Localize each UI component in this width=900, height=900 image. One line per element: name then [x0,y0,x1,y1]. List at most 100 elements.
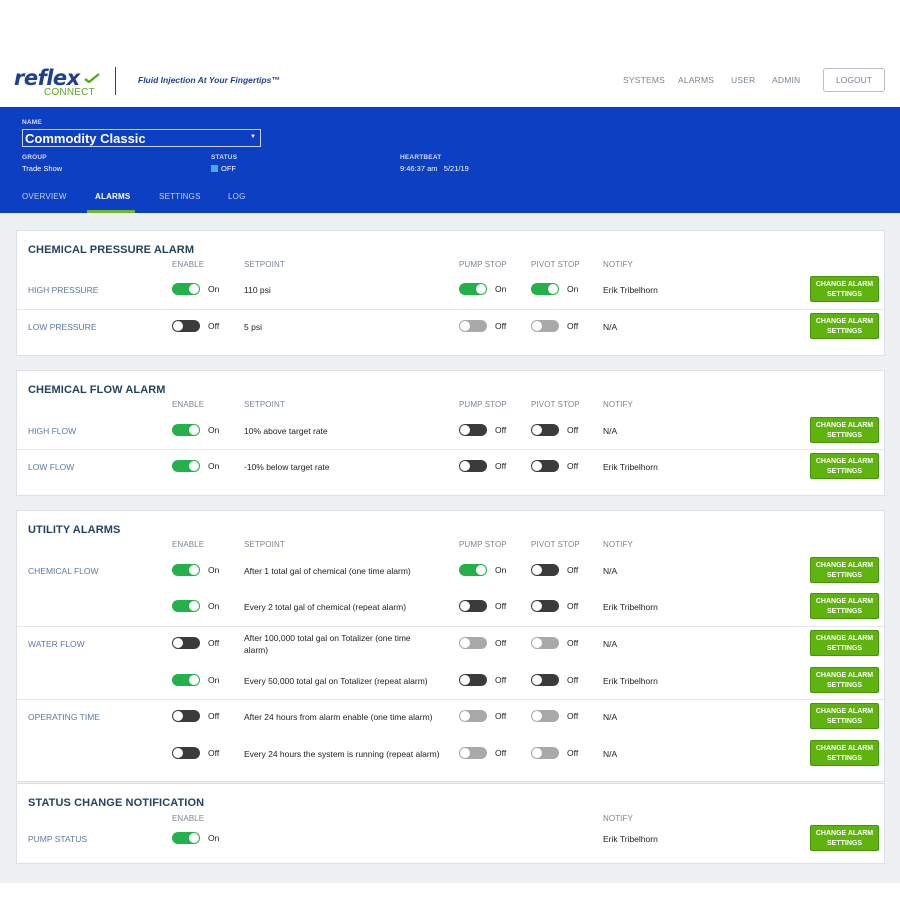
logo-divider [115,67,116,95]
toggle-knob [189,425,199,435]
enable-low-pressure-state: Off [208,321,220,331]
toggle-knob [460,638,470,648]
column-header-pump-stop: PUMP STOP [459,400,507,409]
change-alarm-settings-button[interactable]: CHANGE ALARM SETTINGS [810,453,879,479]
pivot-stop-high-pressure-state: On [567,284,579,294]
panel-title: CHEMICAL PRESSURE ALARM [28,244,195,256]
change-alarm-settings-button[interactable]: CHANGE ALARM SETTINGS [810,667,879,693]
tab-settings[interactable]: SETTINGS [159,192,201,201]
logo-subtitle: CONNECT [44,87,95,98]
column-header-pivot-stop: PIVOT STOP [531,540,580,549]
toggle-knob [460,321,470,331]
nav-alarms[interactable]: ALARMS [678,75,714,85]
change-alarm-settings-button[interactable]: CHANGE ALARM SETTINGS [810,417,879,443]
system-name-select[interactable]: Commodity Classic ▼ [22,129,261,147]
enable-water-flow-toggle[interactable] [172,637,200,649]
system-header-band: NAME Commodity Classic ▼ GROUP Trade Sho… [0,107,900,213]
row-label-pump-status: PUMP STATUS [28,834,88,844]
toggle-knob [460,711,470,721]
pivot-stop-chemical-flow-toggle[interactable] [531,564,559,576]
enable-pump-status-toggle[interactable] [172,832,200,844]
enable-utility-alarms-1-toggle[interactable] [172,600,200,612]
row-label-high-flow: HIGH FLOW [28,426,77,436]
pump-stop-operating-time-toggle[interactable] [459,710,487,722]
pivot-stop-utility-alarms-5-toggle[interactable] [531,747,559,759]
change-alarm-settings-button[interactable]: CHANGE ALARM SETTINGS [810,630,879,656]
tab-alarms[interactable]: ALARMS [95,192,130,201]
nav-admin[interactable]: ADMIN [772,75,800,85]
reflex-connect-logo[interactable]: reflex CONNECT [14,66,104,98]
tagline: Fluid Injection At Your Fingertips™ [138,75,280,85]
pump-stop-low-pressure-state: Off [495,321,507,331]
change-alarm-settings-button[interactable]: CHANGE ALARM SETTINGS [810,740,879,766]
toggle-knob [532,675,542,685]
column-header-notify: NOTIFY [603,400,633,409]
toggle-knob [460,748,470,758]
pivot-stop-utility-alarms-1-toggle[interactable] [531,600,559,612]
change-alarm-settings-button[interactable]: CHANGE ALARM SETTINGS [810,313,879,339]
enable-high-pressure-state: On [208,284,220,294]
change-alarm-settings-button[interactable]: CHANGE ALARM SETTINGS [810,557,879,583]
pump-stop-high-pressure-toggle[interactable] [459,283,487,295]
pump-stop-low-flow-toggle[interactable] [459,460,487,472]
pivot-stop-utility-alarms-3-state: Off [567,675,579,685]
pump-stop-utility-alarms-3-toggle[interactable] [459,674,487,686]
column-header-notify: NOTIFY [603,260,633,269]
tab-log[interactable]: LOG [228,192,246,201]
name-label: NAME [22,119,42,126]
change-alarm-settings-button[interactable]: CHANGE ALARM SETTINGS [810,703,879,729]
nav-user[interactable]: USER [731,75,755,85]
pivot-stop-low-pressure-toggle[interactable] [531,320,559,332]
pivot-stop-utility-alarms-3-toggle[interactable] [531,674,559,686]
change-alarm-settings-button[interactable]: CHANGE ALARM SETTINGS [810,593,879,619]
pivot-stop-low-flow-toggle[interactable] [531,460,559,472]
column-header-enable: ENABLE [172,540,205,549]
pump-stop-utility-alarms-5-toggle[interactable] [459,747,487,759]
pump-stop-utility-alarms-5-state: Off [495,748,507,758]
pivot-stop-high-pressure-toggle[interactable] [531,283,559,295]
setpoint-high-pressure: 110 psi [244,285,271,295]
pivot-stop-water-flow-toggle[interactable] [531,637,559,649]
toggle-knob [189,461,199,471]
notify-low-pressure: N/A [603,322,618,332]
toggle-knob [173,748,183,758]
setpoint-utility-alarms-1: Every 2 total gal of chemical (repeat al… [244,602,407,612]
enable-utility-alarms-5-toggle[interactable] [172,747,200,759]
change-alarm-settings-button[interactable]: CHANGE ALARM SETTINGS [810,825,879,851]
pump-stop-low-pressure-toggle[interactable] [459,320,487,332]
heartbeat-label: HEARTBEAT [400,154,442,161]
pivot-stop-operating-time-toggle[interactable] [531,710,559,722]
enable-pump-status-state: On [208,833,220,843]
tab-overview[interactable]: OVERVIEW [22,192,67,201]
enable-high-flow-toggle[interactable] [172,424,200,436]
enable-low-pressure-toggle[interactable] [172,320,200,332]
toggle-knob [532,565,542,575]
enable-high-pressure-toggle[interactable] [172,283,200,295]
pump-stop-water-flow-toggle[interactable] [459,637,487,649]
logout-button[interactable]: LOGOUT [823,68,885,92]
enable-chemical-flow-state: On [208,565,220,575]
system-name-value: Commodity Classic [25,131,146,146]
pump-stop-operating-time-state: Off [495,711,507,721]
setpoint-water-flow: After 100,000 total gal on Totalizer (on… [244,633,411,655]
nav-systems[interactable]: SYSTEMS [623,75,665,85]
enable-operating-time-toggle[interactable] [172,710,200,722]
column-header-setpoint: SETPOINT [244,540,285,549]
pump-stop-high-flow-state: Off [495,425,507,435]
notify-operating-time: N/A [603,712,618,722]
pivot-stop-high-flow-toggle[interactable] [531,424,559,436]
toggle-knob [476,565,486,575]
toggle-knob [532,601,542,611]
panel-title: CHEMICAL FLOW ALARM [28,384,166,396]
row-divider [17,309,884,310]
pump-stop-high-flow-toggle[interactable] [459,424,487,436]
toggle-knob [173,321,183,331]
pump-stop-chemical-flow-toggle[interactable] [459,564,487,576]
enable-utility-alarms-3-toggle[interactable] [172,674,200,686]
change-alarm-settings-button[interactable]: CHANGE ALARM SETTINGS [810,276,879,302]
status-value: OFF [221,164,236,173]
enable-chemical-flow-toggle[interactable] [172,564,200,576]
toggle-knob [189,565,199,575]
pump-stop-utility-alarms-1-toggle[interactable] [459,600,487,612]
enable-low-flow-toggle[interactable] [172,460,200,472]
